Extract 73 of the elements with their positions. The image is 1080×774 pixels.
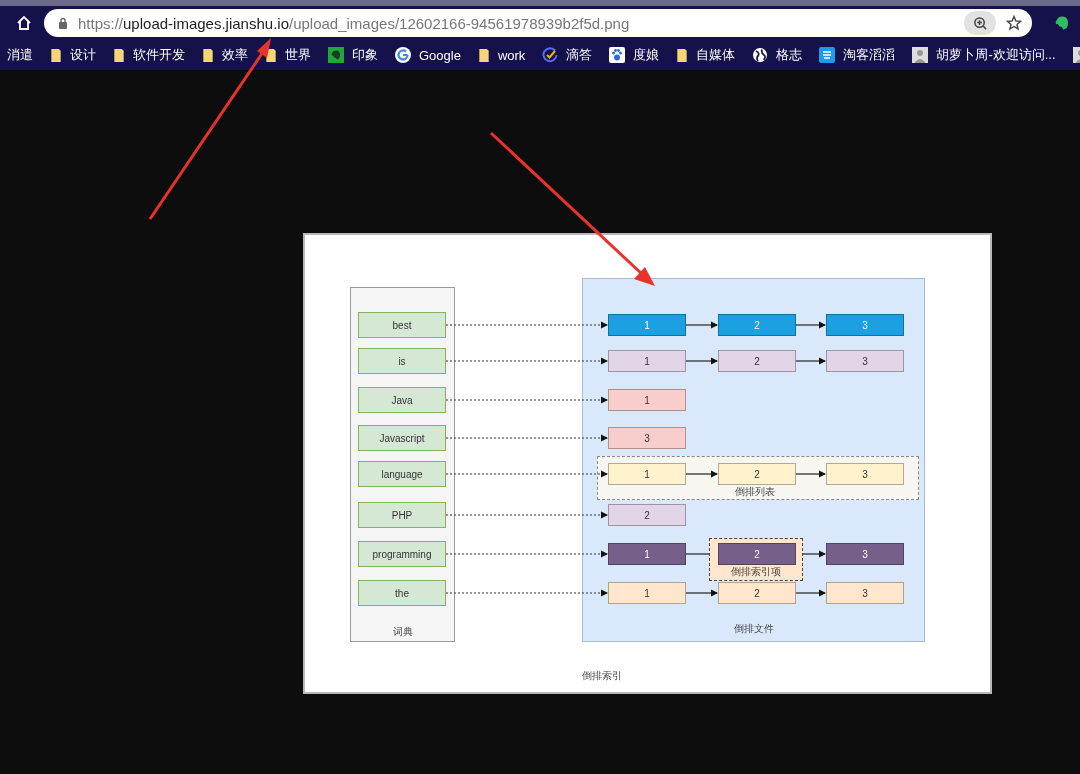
folder-icon [202,47,214,63]
check-circle-icon [542,47,559,63]
arrow [795,470,827,478]
bookmark-item[interactable]: 胡萝卜周-欢迎访问... [912,46,1056,64]
arrow [685,357,719,365]
group-label: 倒排列表 [734,486,776,497]
bookmark-item[interactable]: 格志 [752,46,803,64]
arrow [795,321,827,329]
arrow [795,357,827,365]
highlight-label: 倒排索引项 [730,566,782,577]
folder-icon [676,47,689,63]
term-node: is [358,348,446,374]
bookmark-item[interactable]: 度娘 [609,46,660,64]
posting-node: 2 [608,504,686,526]
avatar-icon [912,47,929,63]
app-icon [819,47,836,63]
arrow [795,589,827,597]
folder-icon [265,47,277,63]
term-node: the [358,580,446,606]
term-node: Java [358,387,446,413]
bookmark-item[interactable]: 软件开发 [113,46,185,64]
posting-node: 2 [718,463,796,485]
lock-icon [58,17,68,29]
posting-node: 1 [608,389,686,411]
bookmark-item[interactable]: 消遣 [7,46,33,64]
term-node: language [358,461,446,487]
posting-node: 3 [826,543,904,565]
bookmark-item[interactable]: 淘客滔滔 [819,46,896,64]
arrow [685,589,719,597]
posting-node: 1 [608,350,686,372]
postings-panel-label: 倒排文件 [732,622,775,636]
posting-node: 1 [608,582,686,604]
elephant-icon [328,47,344,63]
g-logo-icon [395,47,411,63]
posting-node: 1 [608,314,686,336]
posting-node: 2 [718,314,796,336]
star-icon[interactable] [1006,15,1022,31]
bookmark-item[interactable]: work [477,47,526,63]
bookmark-item[interactable]: 滴答 [542,46,593,64]
folder-icon [113,47,125,63]
posting-node: 2 [718,350,796,372]
term-node: best [358,312,446,338]
bookmark-item[interactable]: 世界 [265,46,311,64]
arrow [685,321,719,329]
address-bar[interactable]: https://upload-images.jianshu.io/upload_images/12602166-94561978939b2f5d.png [44,9,1032,37]
dictionary-label: 词典 [391,625,414,639]
home-icon[interactable] [16,15,32,31]
folder-icon [477,47,490,63]
bookmark-item[interactable]: 设计 [50,46,96,64]
url-text: https://upload-images.jianshu.io/upload_images/12602166-94561978939b2f5d.png [78,14,630,32]
posting-node: 3 [826,314,904,336]
diagram-title: 倒排索引 [581,669,623,683]
term-node: PHP [358,502,446,528]
bookmark-item[interactable]: 效率 [202,46,248,64]
elephant-icon[interactable] [1054,15,1070,31]
folder-icon [50,47,62,63]
term-node: Javascript [358,425,446,451]
posting-node: 3 [826,582,904,604]
bookmark-item[interactable]: 印象 [328,46,378,64]
bookmark-item[interactable]: 自媒体 [676,46,736,64]
paw-icon [609,47,626,63]
posting-node: 2 [718,543,796,565]
arrow [685,470,719,478]
posting-node: 3 [608,427,686,449]
posting-node: 1 [608,543,686,565]
posting-node: 3 [826,350,904,372]
posting-node: 2 [718,582,796,604]
zoom-icon[interactable] [964,11,996,35]
posting-node: 1 [608,463,686,485]
posting-node: 3 [826,463,904,485]
term-node: programming [358,541,446,567]
bookmark-item[interactable]: Google [395,47,461,63]
globe-icon [752,47,769,63]
